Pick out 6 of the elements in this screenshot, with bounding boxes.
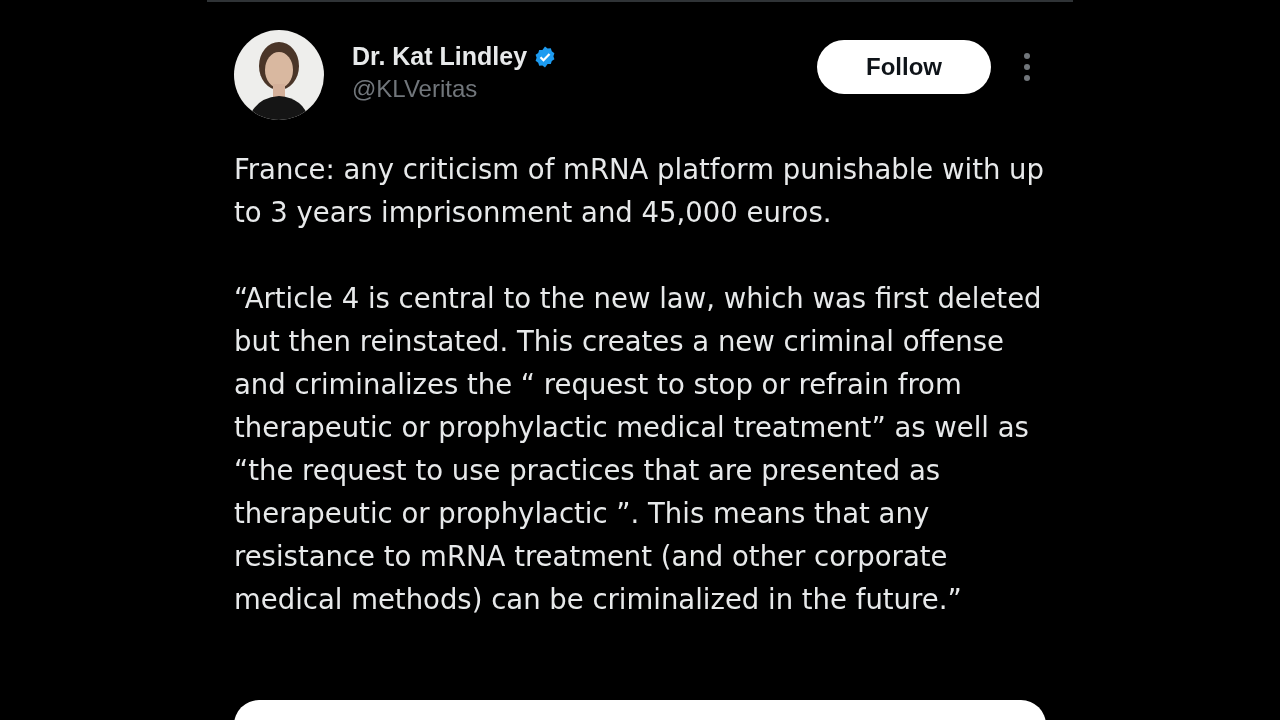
author-name[interactable]: Dr. Kat Lindley	[352, 42, 528, 71]
post-text: “Article 4 is central to the new law, which was first deleted but then reinstated. This creates a new criminal offense and criminalizes the “ request to stop or refrain from therapeutic or prophylactic medical treatment” as well as “the request to use practices that are presented as therapeutic or prophylactic ”. This means that any resistance to mRNA treatment (and other corporate medical methods) can be criminalized in the future.”	[234, 281, 1043, 617]
author-handle[interactable]: @KLVeritas	[352, 75, 558, 103]
post-text: France: any criticism of mRNA platform punishable with up to 3 years imprisonment and 45,000 euros.	[234, 152, 1045, 230]
more-options-icon[interactable]	[1023, 52, 1031, 82]
follow-button[interactable]: Follow	[817, 40, 991, 94]
